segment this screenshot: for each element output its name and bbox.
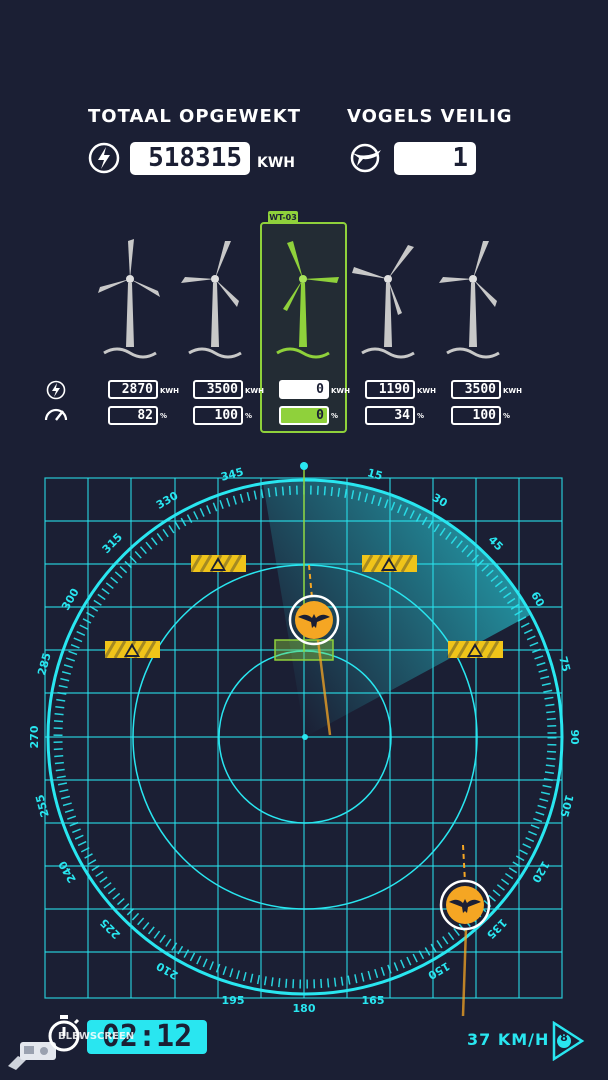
turbine-3-pct-unit: %	[331, 412, 339, 420]
turbine-1-energy: 2870	[108, 380, 158, 399]
compass-label-165: 165	[362, 994, 385, 1007]
compass-label-255: 255	[33, 793, 52, 819]
wind-level: 8	[560, 1031, 568, 1044]
compass-label-285: 285	[35, 651, 54, 677]
turbine-1-pct: 82	[108, 406, 158, 425]
turbine-5-pct-unit: %	[503, 412, 511, 420]
turbine-5-energy: 3500	[451, 380, 501, 399]
compass-label-270: 270	[28, 725, 41, 748]
turbine-2-energy-unit: KWH	[245, 387, 265, 395]
compass-label-180: 180	[293, 1002, 316, 1015]
warning-zone-2[interactable]	[360, 554, 417, 573]
selected-turbine-marker	[300, 462, 308, 470]
turbine-1-energy-unit: KWH	[160, 387, 180, 395]
turbine-5-pct: 100	[451, 406, 501, 425]
birds-safe-label: VOGELS VEILIG	[347, 106, 513, 127]
total-generated-value: 518315	[130, 142, 250, 175]
turbine-2-pct-unit: %	[245, 412, 253, 420]
turbine-3-selected[interactable]	[263, 235, 343, 360]
watermark-text: BLEWSCREEN	[58, 1031, 135, 1042]
birds-safe-value: 1	[394, 142, 476, 175]
turbine-4-energy-unit: KWH	[417, 387, 437, 395]
turbine-4-pct-unit: %	[417, 412, 425, 420]
compass-label-75: 75	[556, 655, 573, 673]
compass-label-90: 90	[568, 729, 581, 745]
compass-label-315: 315	[100, 531, 125, 556]
compass-label-345: 345	[219, 465, 245, 484]
total-generated-label: TOTAAL OPGEWEKT	[88, 106, 301, 127]
turbine-2[interactable]	[175, 235, 255, 360]
radar-display[interactable]: 345 15 330 30 315 45 300 60 285 75 270 9…	[0, 455, 608, 1020]
turbine-3-pct: 0	[279, 406, 329, 425]
wind-speed: 37 KM/H	[467, 1030, 550, 1049]
compass-label-225: 225	[98, 916, 123, 941]
turbine-4[interactable]	[348, 235, 428, 360]
turbine-3-energy-unit: KWH	[331, 387, 351, 395]
total-generated-unit: KWH	[257, 155, 296, 171]
selected-turbine-tag: WT-03	[268, 211, 298, 224]
warning-zone-1[interactable]	[189, 554, 246, 573]
turbine-4-pct: 34	[365, 406, 415, 425]
turbine-5[interactable]	[433, 235, 513, 360]
turbine-5-energy-unit: KWH	[503, 387, 523, 395]
compass-label-120: 120	[529, 859, 552, 886]
bird-plane-icon	[350, 143, 381, 173]
turbine-3-energy: 0	[279, 380, 329, 399]
compass-label-45: 45	[486, 533, 506, 553]
compass-label-300: 300	[59, 586, 82, 613]
radar-center	[302, 734, 308, 740]
compass-label-105: 105	[557, 793, 576, 819]
compass-label-330: 330	[154, 489, 181, 512]
turbine-1-pct-unit: %	[160, 412, 168, 420]
warning-zone-4[interactable]	[446, 640, 503, 659]
turbine-2-energy: 3500	[193, 380, 243, 399]
warning-zone-3[interactable]	[103, 640, 160, 659]
speedometer-icon	[44, 408, 68, 421]
turbine-4-energy: 1190	[365, 380, 415, 399]
lightning-icon	[46, 380, 66, 400]
bird-2-marker[interactable]	[439, 844, 491, 1017]
compass-label-240: 240	[56, 858, 79, 885]
turbine-1[interactable]	[90, 235, 170, 360]
turbine-2-pct: 100	[193, 406, 243, 425]
compass-label-210: 210	[154, 959, 181, 982]
compass-label-15: 15	[366, 466, 384, 483]
lightning-icon	[88, 142, 120, 174]
compass-label-195: 195	[222, 994, 245, 1007]
